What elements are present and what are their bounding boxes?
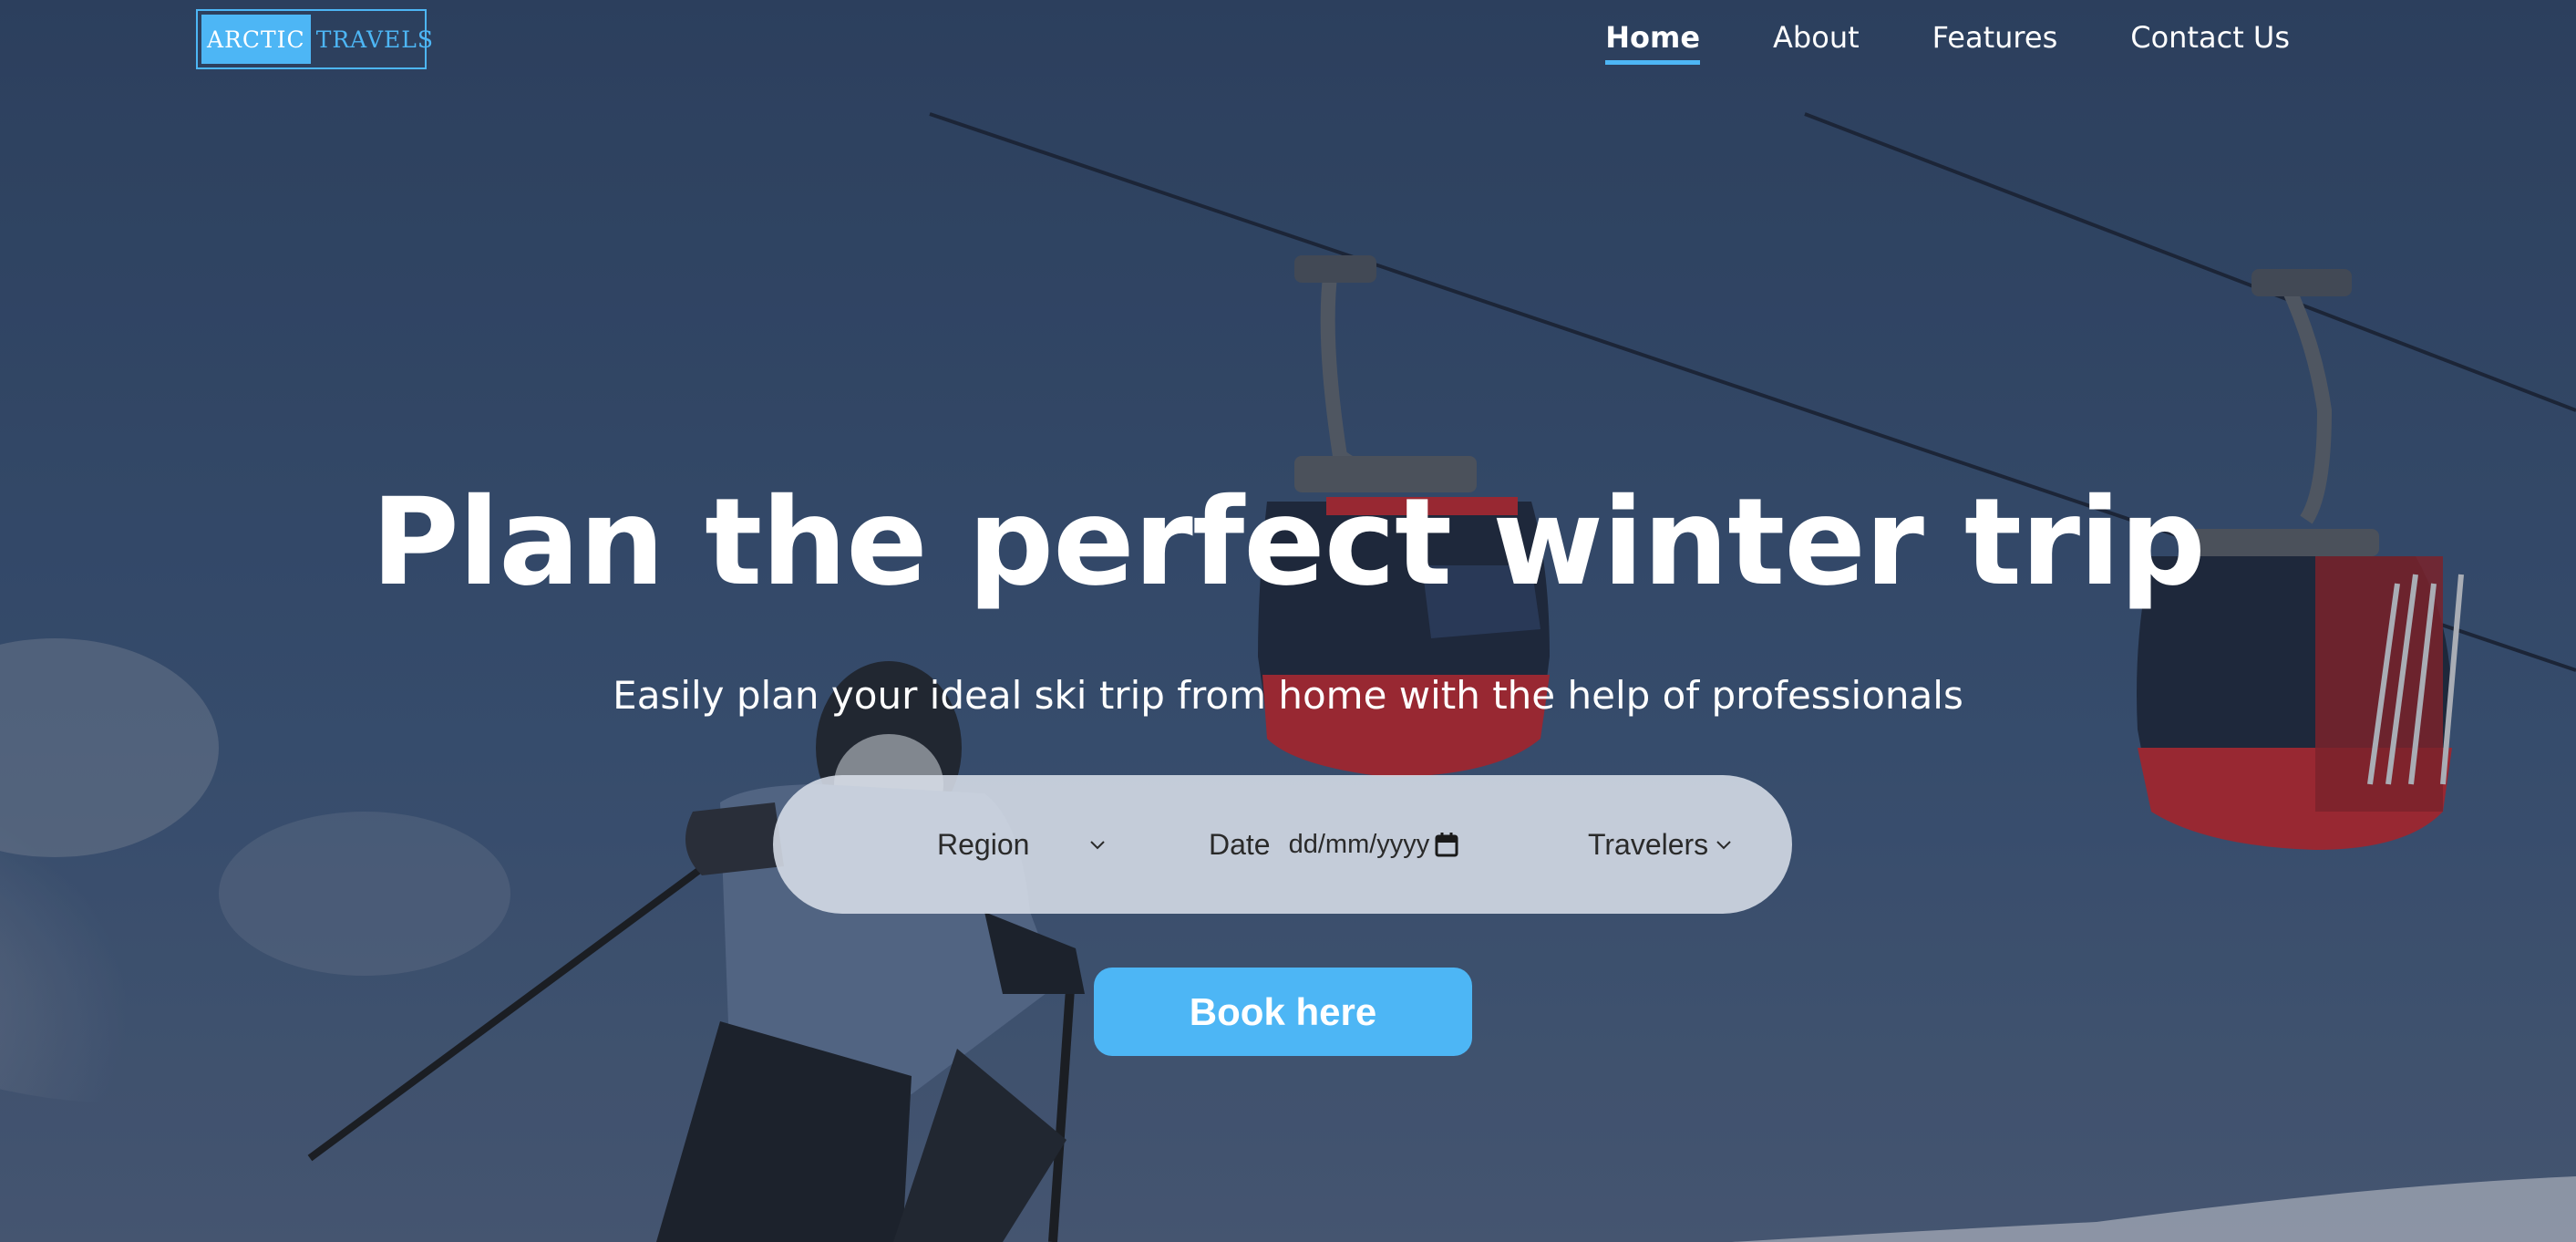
hero-subtitle: Easily plan your ideal ski trip from hom… bbox=[613, 673, 1963, 718]
date-label: Date bbox=[1209, 827, 1271, 861]
hero-section: ARCTIC TRAVELS Home About Features Conta… bbox=[0, 0, 2576, 1242]
trip-search-bar: Region Date dd/mm/yyyy Travelers bbox=[773, 775, 1792, 914]
nav-home[interactable]: Home bbox=[1605, 20, 1701, 65]
logo[interactable]: ARCTIC TRAVELS bbox=[196, 9, 433, 69]
region-label: Region bbox=[937, 827, 1030, 861]
date-field: Date dd/mm/yyyy bbox=[1209, 775, 1458, 914]
date-input[interactable]: dd/mm/yyyy bbox=[1289, 830, 1459, 860]
nav-about[interactable]: About bbox=[1773, 20, 1860, 60]
nav-features[interactable]: Features bbox=[1932, 20, 2058, 60]
book-here-button[interactable]: Book here bbox=[1094, 968, 1472, 1056]
hero-title: Plan the perfect winter trip bbox=[371, 472, 2206, 613]
travelers-label: Travelers bbox=[1588, 827, 1709, 861]
travelers-dropdown[interactable]: Travelers bbox=[1588, 775, 1734, 914]
nav-contact-us[interactable]: Contact Us bbox=[2130, 20, 2290, 60]
region-dropdown[interactable]: Region bbox=[937, 775, 1108, 914]
chevron-down-icon bbox=[1090, 841, 1106, 850]
chevron-down-icon bbox=[1716, 841, 1731, 850]
main-nav: Home About Features Contact Us bbox=[1605, 20, 2290, 65]
date-placeholder: dd/mm/yyyy bbox=[1288, 829, 1430, 859]
logo-text-arctic: ARCTIC bbox=[201, 15, 311, 64]
calendar-icon[interactable] bbox=[1435, 832, 1458, 857]
logo-text-travels: TRAVELS bbox=[315, 26, 435, 53]
